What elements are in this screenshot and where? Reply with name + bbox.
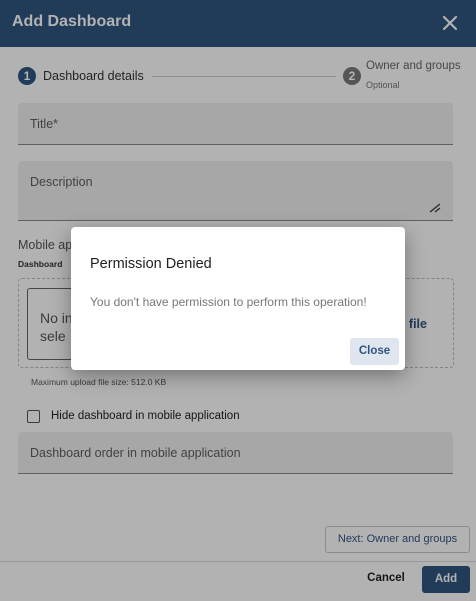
modal-title: Permission Denied: [90, 256, 212, 272]
modal-close-button[interactable]: Close: [350, 338, 399, 365]
permission-denied-modal: Permission Denied You don't have permiss…: [71, 227, 405, 370]
modal-message: You don't have permission to perform thi…: [90, 295, 367, 309]
